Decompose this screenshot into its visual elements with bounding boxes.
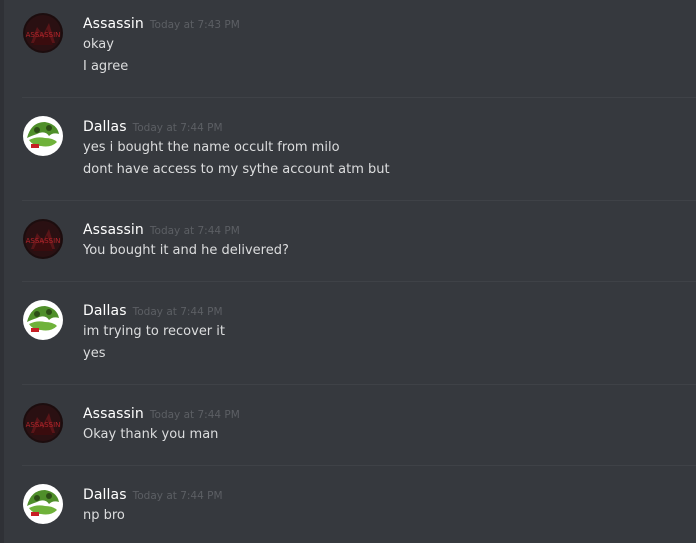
timestamp: Today at 7:44 PM [132, 490, 223, 502]
frog-avatar-icon [23, 116, 63, 156]
message-text: dont have access to my sythe account atm… [83, 162, 390, 177]
timestamp: Today at 7:44 PM [149, 409, 240, 421]
timestamp: Today at 7:44 PM [132, 306, 223, 318]
message-header: Assassin Today at 7:43 PM [83, 13, 240, 32]
message-text: I agree [83, 59, 129, 74]
message-header: Assassin Today at 7:44 PM [83, 403, 240, 422]
message-header: Assassin Today at 7:44 PM [83, 219, 240, 238]
frog-avatar-icon [23, 484, 63, 524]
message-text: You bought it and he delivered? [83, 243, 289, 258]
username[interactable]: Assassin [83, 16, 144, 32]
message-text: im trying to recover it [83, 324, 225, 339]
message-divider [22, 281, 696, 282]
message-text: np bro [83, 508, 125, 523]
assassin-avatar-icon: ASSASSIN [23, 219, 63, 259]
timestamp: Today at 7:43 PM [149, 19, 240, 31]
message-header: Dallas Today at 7:44 PM [83, 300, 223, 319]
dallas-avatar[interactable] [23, 300, 63, 340]
assassin-avatar-text: ASSASSIN [26, 421, 61, 429]
message-header: Dallas Today at 7:44 PM [83, 116, 223, 135]
username[interactable]: Assassin [83, 222, 144, 238]
message-text: Okay thank you man [83, 427, 219, 442]
message-header: Dallas Today at 7:44 PM [83, 484, 223, 503]
username[interactable]: Dallas [83, 119, 127, 135]
assassin-avatar-text: ASSASSIN [26, 31, 61, 39]
message-divider [22, 384, 696, 385]
message-text: yes i bought the name occult from milo [83, 140, 340, 155]
assassin-avatar[interactable]: ASSASSIN [23, 219, 63, 259]
username[interactable]: Dallas [83, 487, 127, 503]
assassin-avatar[interactable]: ASSASSIN [23, 13, 63, 53]
frog-avatar-icon [23, 300, 63, 340]
assassin-avatar-icon: ASSASSIN [23, 13, 63, 53]
assassin-avatar-icon: ASSASSIN [23, 403, 63, 443]
dallas-avatar[interactable] [23, 116, 63, 156]
message-text: okay [83, 37, 114, 52]
message-divider [22, 97, 696, 98]
dallas-avatar[interactable] [23, 484, 63, 524]
timestamp: Today at 7:44 PM [149, 225, 240, 237]
username[interactable]: Assassin [83, 406, 144, 422]
assassin-avatar-text: ASSASSIN [26, 237, 61, 245]
timestamp: Today at 7:44 PM [132, 122, 223, 134]
assassin-avatar[interactable]: ASSASSIN [23, 403, 63, 443]
message-divider [22, 465, 696, 466]
message-text: yes [83, 346, 106, 361]
message-divider [22, 200, 696, 201]
chat-messages[interactable]: ASSASSIN Assassin Today at 7:43 PM okay I… [4, 0, 696, 543]
username[interactable]: Dallas [83, 303, 127, 319]
